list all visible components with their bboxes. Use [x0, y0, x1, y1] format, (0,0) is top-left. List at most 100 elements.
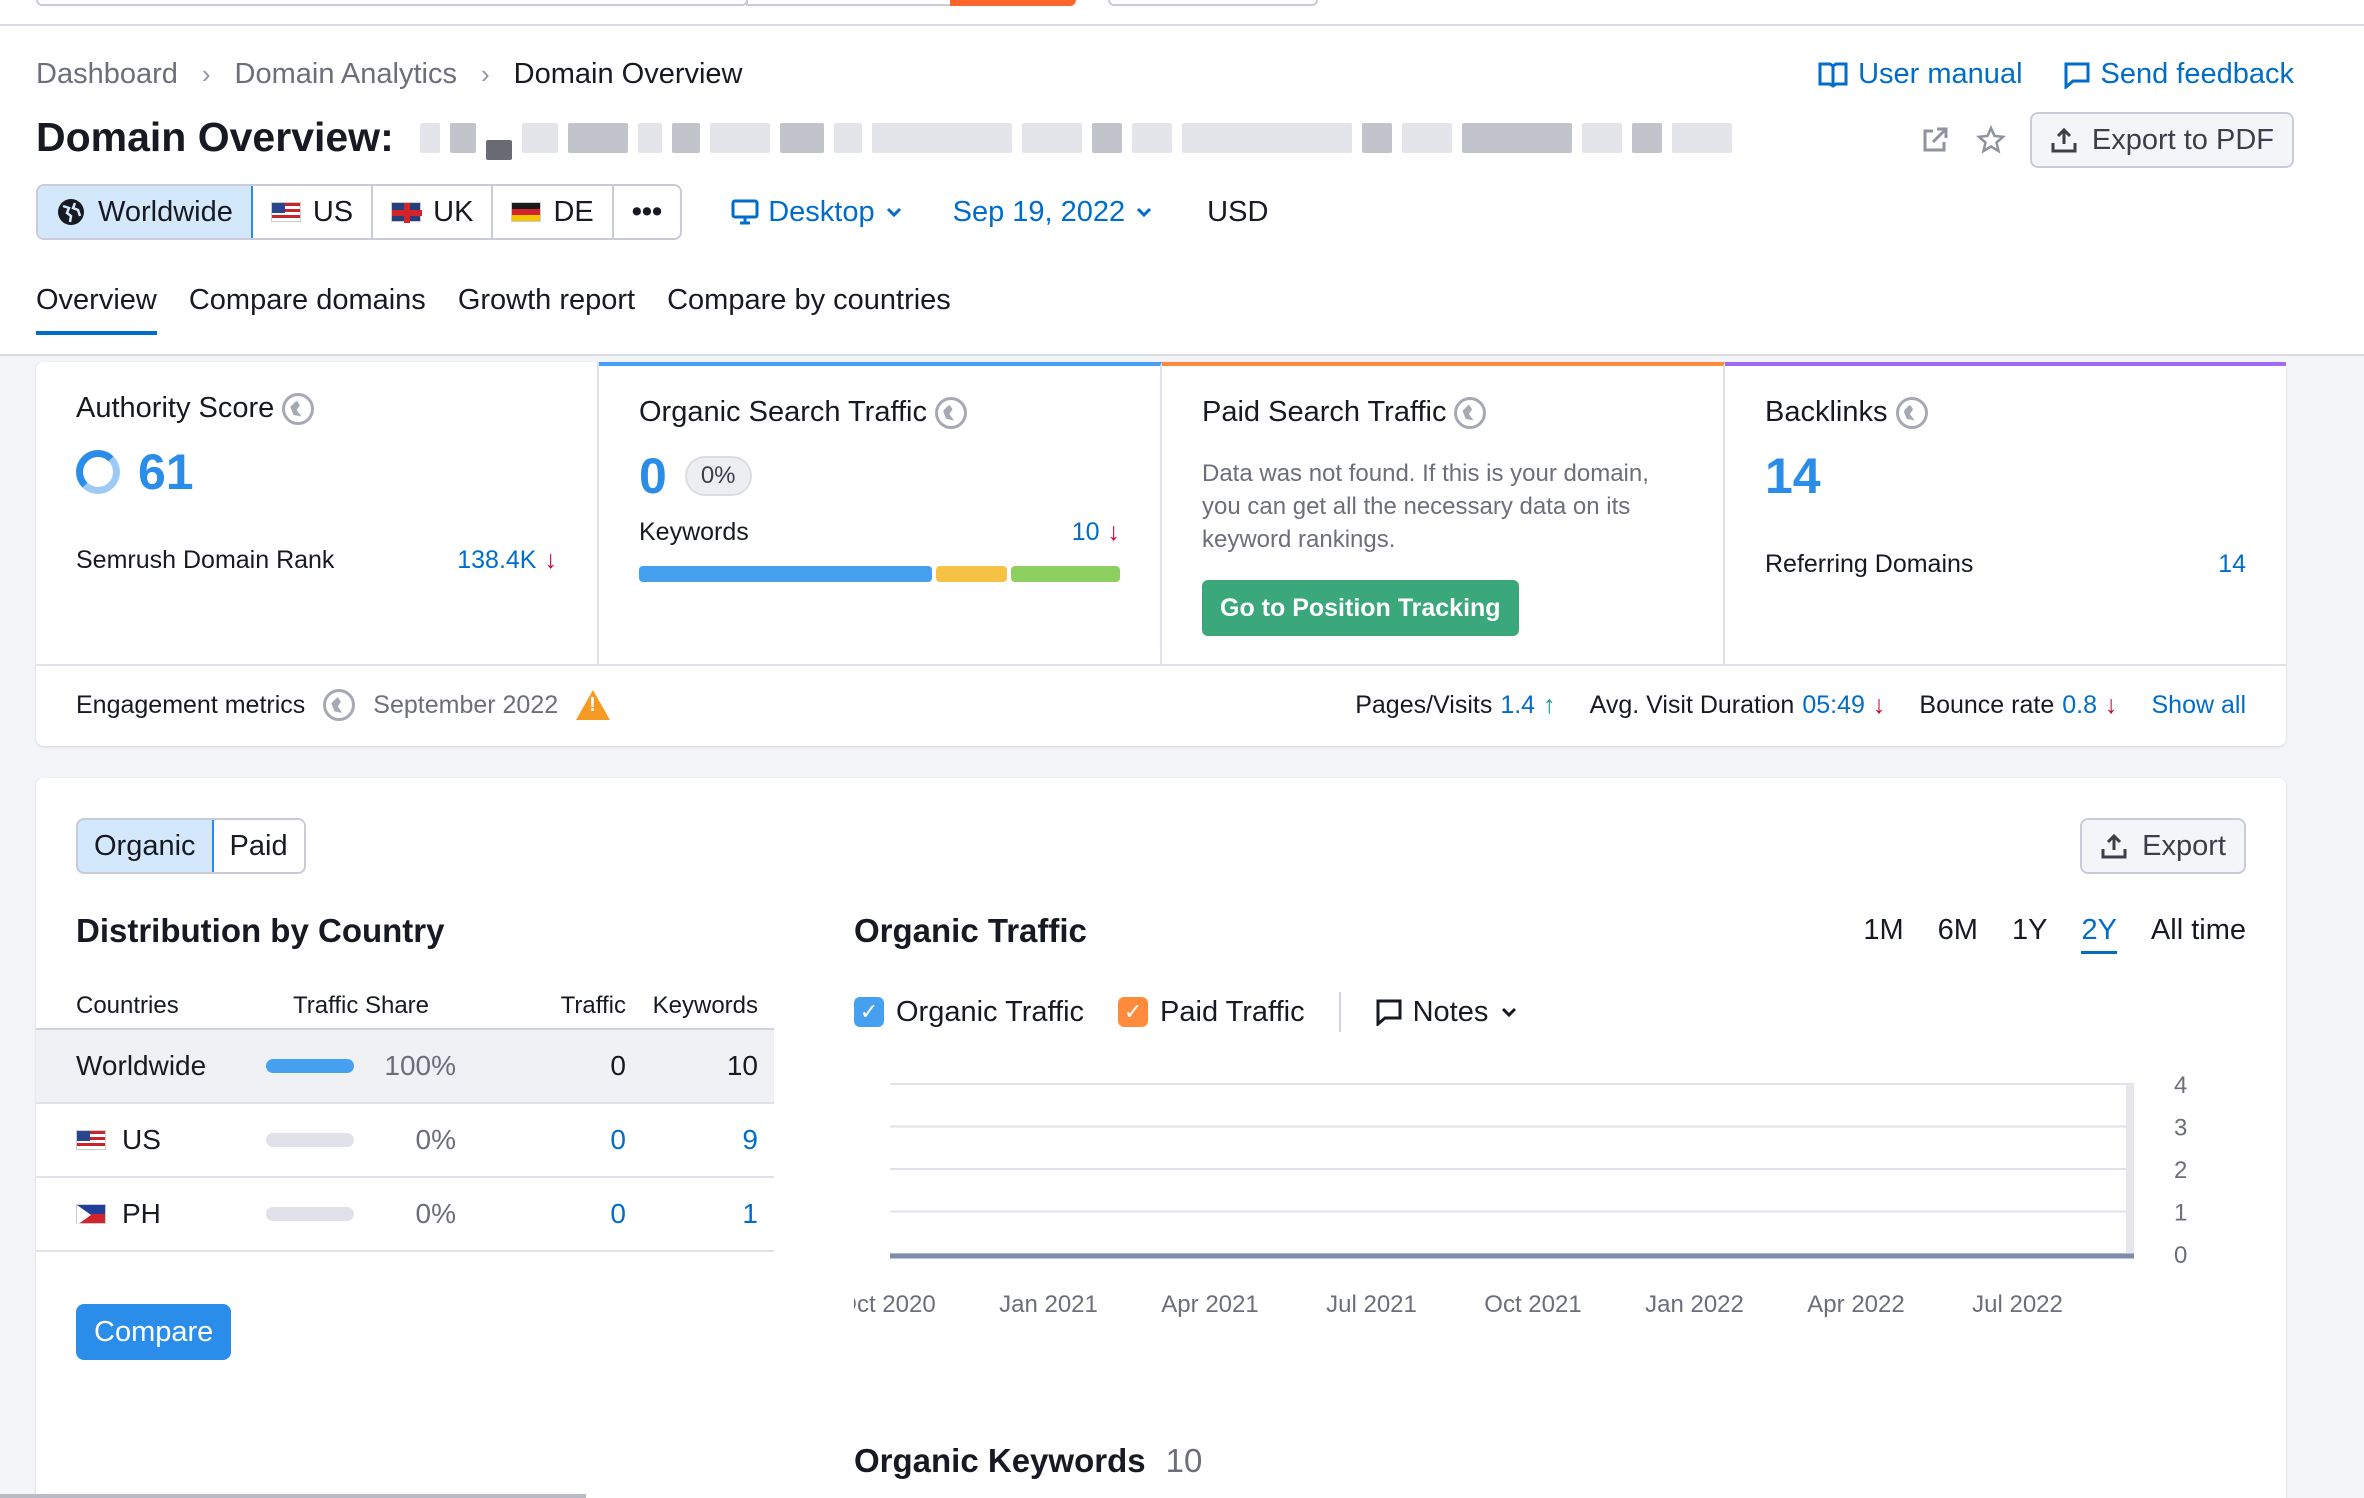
export-pdf-button[interactable]: Export to PDF [2029, 112, 2294, 168]
position-tracking-button[interactable]: Go to Position Tracking [1202, 580, 1519, 636]
col-traffic[interactable]: Traffic [456, 992, 626, 1020]
domain-rank-value[interactable]: 138.4K [457, 546, 536, 575]
country-name: Worldwide [76, 1050, 207, 1081]
organic-traffic-value[interactable]: 0 [639, 447, 667, 505]
db-uk[interactable]: UK [373, 186, 494, 238]
date-selector[interactable]: Sep 19, 2022 [953, 196, 1156, 229]
tab-growth-report[interactable]: Growth report [458, 284, 635, 335]
authority-score-value[interactable]: 61 [138, 443, 194, 501]
share-value: 0% [415, 1198, 456, 1229]
share-value: 100% [384, 1050, 456, 1081]
breadcrumb-dashboard[interactable]: Dashboard [36, 58, 178, 91]
keywords-value[interactable]: 9 [626, 1124, 758, 1156]
legend-organic[interactable]: Organic Traffic [896, 996, 1084, 1029]
x-tick-label: Oct 2021 [1484, 1291, 1581, 1318]
user-manual-link[interactable]: User manual [1818, 58, 2023, 91]
col-keywords[interactable]: Keywords [626, 992, 758, 1020]
table-row: US 0% 0 9 [36, 1104, 774, 1178]
uk-flag-icon [391, 202, 423, 223]
export-button[interactable]: Export [2080, 818, 2246, 874]
table-row: Worldwide 100% 0 10 [36, 1030, 774, 1104]
globe-icon [1454, 396, 1487, 429]
referring-domains-row: Referring Domains 14 [1765, 550, 2246, 579]
send-feedback-label: Send feedback [2100, 58, 2294, 90]
checkbox-checked-icon[interactable]: ✓ [1118, 997, 1149, 1027]
search-button-edge[interactable] [950, 0, 1076, 6]
chevron-right-icon: › [480, 59, 490, 89]
tab-compare-domains[interactable]: Compare domains [189, 284, 426, 335]
organic-traffic-title[interactable]: Organic Search Traffic [639, 396, 927, 429]
chevron-right-icon: › [201, 59, 211, 89]
pages-visits-value: 1.4 [1500, 690, 1536, 719]
breadcrumb-domain-analytics[interactable]: Domain Analytics [235, 58, 457, 91]
keywords-position-bar [639, 566, 1121, 582]
share-bar [266, 1207, 354, 1221]
compare-button[interactable]: Compare [76, 1304, 232, 1360]
organic-keywords-count: 10 [1165, 1442, 1203, 1479]
authority-score-title[interactable]: Authority Score [76, 392, 274, 425]
distribution-table-header: Countries Traffic Share Traffic Keywords [36, 984, 774, 1030]
database-selector: Worldwide US UK DE ••• [36, 184, 683, 240]
chevron-down-icon [886, 207, 901, 218]
period-2y[interactable]: 2Y [2081, 914, 2117, 954]
legend-paid[interactable]: Paid Traffic [1160, 996, 1305, 1029]
traffic-value[interactable]: 0 [456, 1124, 626, 1156]
device-selector[interactable]: Desktop [730, 196, 904, 229]
distribution-table: Countries Traffic Share Traffic Keywords… [36, 984, 774, 1252]
more-databases-button[interactable]: ••• [613, 186, 681, 238]
country-name: PH [122, 1198, 161, 1229]
db-us[interactable]: US [252, 186, 374, 238]
toggle-paid[interactable]: Paid [213, 820, 304, 872]
warning-icon[interactable] [576, 690, 611, 720]
checkbox-checked-icon[interactable]: ✓ [854, 997, 884, 1027]
search-db-edge[interactable] [746, 0, 952, 6]
period-1y[interactable]: 1Y [2012, 914, 2047, 954]
domain-rank-label: Semrush Domain Rank [76, 546, 335, 574]
organic-paid-toggle: Organic Paid [76, 818, 306, 874]
chevron-down-icon [1137, 207, 1152, 218]
arrow-down-icon: ↓ [1872, 690, 1886, 719]
referring-domains-value[interactable]: 14 [2218, 550, 2246, 579]
arrow-down-icon: ↓ [544, 546, 558, 574]
keywords-value[interactable]: 10 [1072, 518, 1100, 547]
organic-traffic-chart[interactable]: 0 1 2 3 4 Oct 2020 Jan 2021 Apr 2021 Jul 2021 Oct… [854, 1074, 2254, 1334]
bounce-rate-metric: Bounce rate 0.8 ↓ [1919, 691, 2117, 720]
show-all-link[interactable]: Show all [2152, 691, 2247, 720]
user-manual-label: User manual [1858, 58, 2023, 90]
search-field-edge[interactable] [36, 0, 748, 6]
globe-icon [282, 392, 315, 425]
visit-duration-label: Avg. Visit Duration [1589, 690, 1795, 719]
db-de[interactable]: DE [493, 186, 614, 238]
y-tick-label: 1 [2174, 1200, 2187, 1227]
db-worldwide[interactable]: Worldwide [38, 186, 253, 238]
table-row: PH 0% 0 1 [36, 1178, 774, 1252]
notes-dropdown[interactable]: Notes [1375, 996, 1521, 1029]
backlinks-title[interactable]: Backlinks [1765, 396, 1888, 429]
bounce-rate-value: 0.8 [2062, 690, 2097, 719]
bounce-rate-label: Bounce rate [1919, 690, 2055, 719]
organic-keywords-heading: Organic Keywords 10 [854, 1442, 1202, 1480]
external-link-icon[interactable] [1918, 123, 1952, 157]
star-icon[interactable] [1974, 123, 2008, 157]
tab-overview[interactable]: Overview [36, 284, 157, 335]
traffic-value[interactable]: 0 [456, 1198, 626, 1230]
period-1m[interactable]: 1M [1863, 914, 1903, 954]
x-tick-label: Jan 2021 [999, 1291, 1098, 1318]
send-feedback-link[interactable]: Send feedback [2063, 58, 2294, 91]
x-tick-label: Oct 2020 [854, 1291, 936, 1318]
period-all-time[interactable]: All time [2151, 914, 2246, 954]
tab-compare-by-countries[interactable]: Compare by countries [667, 284, 951, 335]
chat-icon [2064, 62, 2090, 89]
period-selector: 1M 6M 1Y 2Y All time [1863, 914, 2246, 954]
period-6m[interactable]: 6M [1938, 914, 1978, 954]
kpi-authority-score: Authority Score 61 Semrush Domain Rank 1… [36, 362, 599, 664]
keywords-value[interactable]: 1 [626, 1198, 758, 1230]
col-traffic-share: Traffic Share [292, 992, 430, 1019]
filters-row: Worldwide US UK DE ••• Desktop Sep 19, 2… [36, 184, 1268, 240]
paid-traffic-title[interactable]: Paid Search Traffic [1202, 396, 1446, 429]
toggle-organic[interactable]: Organic [77, 820, 214, 872]
filter-edge[interactable] [1108, 0, 1318, 6]
arrow-down-icon: ↓ [2105, 690, 2118, 719]
horizontal-scrollbar[interactable] [0, 1494, 586, 1498]
backlinks-value[interactable]: 14 [1765, 447, 1821, 505]
